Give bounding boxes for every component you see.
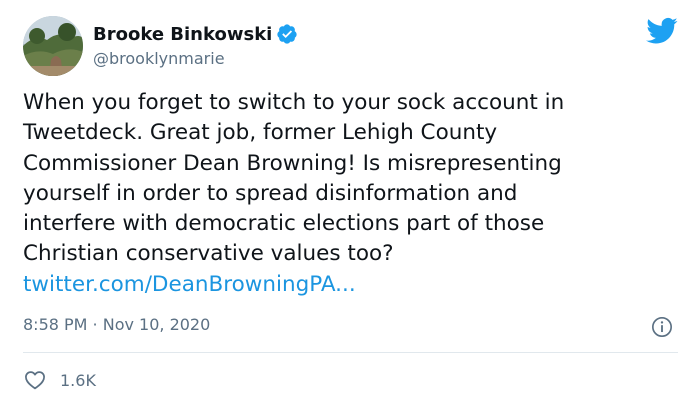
author-handle[interactable]: @brooklynmarie [93, 49, 225, 68]
twitter-bird-icon[interactable] [646, 17, 678, 45]
tweet-text-line: Tweetdeck. Great job, former Lehigh Coun… [23, 120, 498, 146]
tweet-timestamp[interactable]: 8:58 PM · Nov 10, 2020 [23, 315, 210, 334]
tweet-text-line: yourself in order to spread disinformati… [23, 180, 518, 206]
avatar[interactable] [23, 16, 83, 76]
info-icon[interactable] [651, 316, 673, 338]
heart-icon[interactable] [24, 370, 46, 390]
tweet-link[interactable]: twitter.com/DeanBrowningPA... [23, 270, 673, 300]
tweet-text-line: When you forget to switch to your sock a… [23, 90, 565, 115]
tweet-text-line: Christian conservative values too? [23, 241, 394, 267]
tweet-text-line: interfere with democratic elections part… [23, 211, 545, 237]
tweet-card: Brooke Binkowski @brooklynmarie When you… [0, 0, 700, 406]
tweet-text: When you forget to switch to your sock a… [23, 88, 673, 300]
tweet-text-line: Commissioner Dean Browning! Is misrepres… [23, 150, 562, 176]
verified-badge-icon [277, 24, 297, 44]
avatar-photo-icon [23, 16, 83, 76]
like-action[interactable]: 1.6K [24, 369, 96, 391]
author-display-name[interactable]: Brooke Binkowski [93, 24, 272, 45]
like-count: 1.6K [60, 370, 96, 390]
divider [23, 352, 678, 353]
author-name-row[interactable]: Brooke Binkowski [93, 22, 298, 46]
